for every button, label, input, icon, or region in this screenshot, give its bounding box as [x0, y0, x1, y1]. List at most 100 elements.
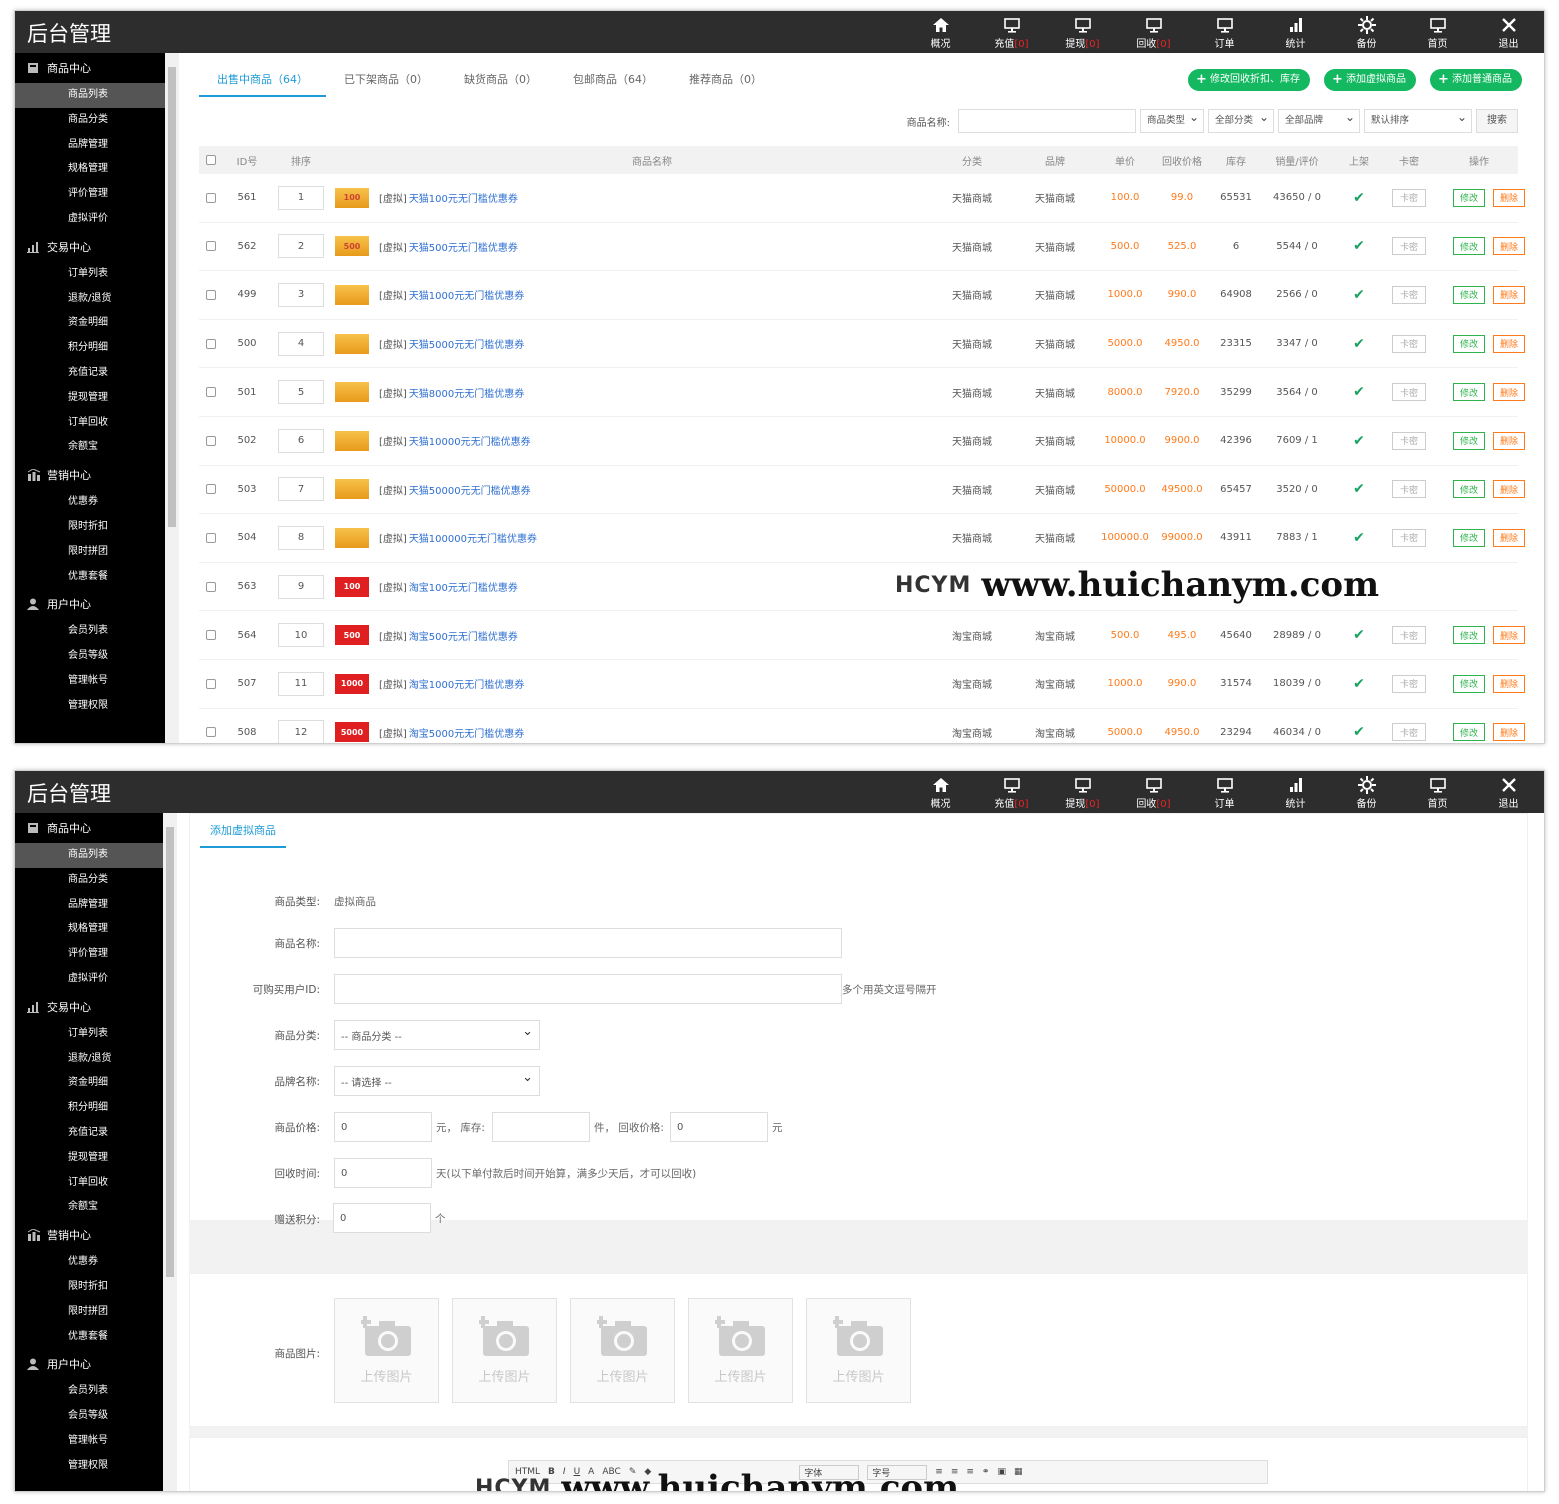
sort-input[interactable]: 12 — [278, 720, 324, 743]
sidebar-item[interactable]: 余额宝 — [15, 1195, 163, 1220]
sidebar-item[interactable]: 订单列表 — [15, 1022, 163, 1047]
nav-item-3[interactable]: 回收[0] — [1118, 11, 1189, 53]
nav-item-8[interactable]: 退出 — [1473, 11, 1544, 53]
sidebar-group-2[interactable]: 营销中心 — [15, 1220, 163, 1250]
edit-button[interactable]: 修改 — [1453, 431, 1485, 450]
row-checkbox[interactable] — [205, 174, 217, 222]
delete-button[interactable]: 删除 — [1493, 480, 1525, 499]
align-right-icon[interactable]: ≡ — [966, 1467, 974, 1477]
nav-item-4[interactable]: 订单 — [1189, 11, 1260, 53]
recycle-price-input[interactable]: 0 — [670, 1112, 768, 1142]
sidebar-group-0[interactable]: 商品中心 — [15, 53, 165, 83]
delete-button[interactable]: 删除 — [1493, 285, 1525, 304]
sort-input[interactable]: 5 — [278, 380, 324, 405]
add-virtual-product-button[interactable]: 添加虚拟商品 — [1324, 69, 1416, 91]
sidebar-scrollbar[interactable] — [165, 53, 179, 743]
product-name-input[interactable] — [334, 928, 842, 958]
nav-item-1[interactable]: 充值[0] — [976, 11, 1047, 53]
add-normal-product-button[interactable]: 添加普通商品 — [1430, 69, 1522, 91]
tab-1[interactable]: 已下架商品（0） — [326, 69, 446, 97]
row-checkbox[interactable] — [205, 709, 217, 743]
search-button[interactable]: 搜索 — [1476, 109, 1518, 133]
sort-input[interactable]: 11 — [278, 671, 324, 696]
nav-item-1[interactable]: 充值[0] — [976, 771, 1047, 813]
sidebar-group-3[interactable]: 用户中心 — [15, 1349, 163, 1379]
product-name-link[interactable]: [虚拟] 天猫1000元无门槛优惠券 — [379, 271, 524, 319]
sidebar-item[interactable]: 评价管理 — [15, 942, 163, 967]
product-name-link[interactable]: [虚拟] 天猫5000元无门槛优惠券 — [379, 320, 524, 368]
sidebar-group-1[interactable]: 交易中心 — [15, 232, 165, 262]
sidebar-item[interactable]: 订单回收 — [15, 411, 165, 436]
delete-button[interactable]: 删除 — [1493, 383, 1525, 402]
nav-item-0[interactable]: 概况 — [905, 771, 976, 813]
sidebar-item[interactable]: 余额宝 — [15, 435, 165, 460]
sidebar-item[interactable]: 商品列表 — [15, 843, 163, 868]
sort-input[interactable]: 3 — [278, 282, 324, 307]
nav-item-5[interactable]: 统计 — [1260, 771, 1331, 813]
category-select[interactable]: -- 商品分类 -- — [334, 1020, 540, 1050]
edit-button[interactable]: 修改 — [1453, 626, 1485, 645]
nav-item-4[interactable]: 订单 — [1189, 771, 1260, 813]
sidebar-group-3[interactable]: 用户中心 — [15, 589, 165, 619]
product-type-select[interactable]: 商品类型 — [1140, 106, 1204, 133]
product-name-link[interactable]: [虚拟] 淘宝1000元无门槛优惠券 — [379, 660, 524, 708]
sidebar-item[interactable]: 充值记录 — [15, 361, 165, 386]
product-name-link[interactable]: [虚拟] 淘宝100元无门槛优惠券 — [379, 563, 518, 611]
sidebar-item[interactable]: 会员列表 — [15, 1379, 163, 1404]
price-input[interactable]: 0 — [334, 1112, 432, 1142]
sidebar-item[interactable]: 订单列表 — [15, 262, 165, 287]
product-name-link[interactable]: [虚拟] 天猫8000元无门槛优惠券 — [379, 368, 524, 416]
product-name-link[interactable]: [虚拟] 天猫500元无门槛优惠券 — [379, 223, 518, 271]
edit-recycle-discount-button[interactable]: 修改回收折扣、库存 — [1188, 69, 1310, 91]
card-key-button[interactable]: 卡密 — [1392, 383, 1426, 402]
brand-select[interactable]: 全部品牌 — [1278, 106, 1360, 133]
edit-button[interactable]: 修改 — [1453, 480, 1485, 499]
product-name-link[interactable]: [虚拟] 淘宝500元无门槛优惠券 — [379, 611, 518, 659]
scrollbar-thumb[interactable] — [166, 827, 174, 1277]
link-icon[interactable]: ⚭ — [982, 1467, 990, 1477]
row-checkbox[interactable] — [205, 660, 217, 708]
sidebar-item[interactable]: 限时拼团 — [15, 540, 165, 565]
sidebar-item[interactable]: 退款/退货 — [15, 287, 165, 312]
sort-input[interactable]: 1 — [278, 185, 324, 210]
card-key-button[interactable]: 卡密 — [1392, 237, 1426, 256]
row-checkbox[interactable] — [205, 563, 217, 611]
nav-item-2[interactable]: 提现[0] — [1047, 11, 1118, 53]
product-name-link[interactable]: [虚拟] 天猫100000元无门槛优惠券 — [379, 514, 537, 562]
sidebar-item[interactable]: 积分明细 — [15, 1096, 163, 1121]
card-key-button[interactable]: 卡密 — [1392, 528, 1426, 547]
sidebar-group-1[interactable]: 交易中心 — [15, 992, 163, 1022]
upload-image-button[interactable]: 上传图片 — [570, 1298, 675, 1403]
delete-button[interactable]: 删除 — [1493, 723, 1525, 742]
product-name-link[interactable]: [虚拟] 天猫10000元无门槛优惠券 — [379, 417, 531, 465]
row-checkbox[interactable] — [205, 466, 217, 514]
sidebar-item[interactable]: 优惠券 — [15, 1250, 163, 1275]
brand-select[interactable]: -- 请选择 -- — [334, 1066, 540, 1096]
card-key-button[interactable]: 卡密 — [1392, 723, 1426, 742]
row-checkbox[interactable] — [205, 417, 217, 465]
tab-0[interactable]: 出售中商品（64） — [199, 69, 326, 97]
nav-item-2[interactable]: 提现[0] — [1047, 771, 1118, 813]
sort-input[interactable]: 10 — [278, 623, 324, 648]
product-name-link[interactable]: [虚拟] 天猫100元无门槛优惠券 — [379, 174, 518, 222]
edit-button[interactable]: 修改 — [1453, 285, 1485, 304]
edit-button[interactable]: 修改 — [1453, 188, 1485, 207]
sidebar-item[interactable]: 规格管理 — [15, 917, 163, 942]
sidebar-item[interactable]: 限时折扣 — [15, 1275, 163, 1300]
edit-button[interactable]: 修改 — [1453, 334, 1485, 353]
buyer-id-input[interactable] — [334, 974, 842, 1004]
table-icon[interactable]: ▦ — [1014, 1467, 1023, 1477]
edit-button[interactable]: 修改 — [1453, 383, 1485, 402]
sidebar-item[interactable]: 优惠套餐 — [15, 1325, 163, 1350]
sort-input[interactable]: 8 — [278, 525, 324, 550]
card-key-button[interactable]: 卡密 — [1392, 674, 1426, 693]
sort-input[interactable]: 9 — [278, 574, 324, 599]
card-key-button[interactable]: 卡密 — [1392, 285, 1426, 304]
delete-button[interactable]: 删除 — [1493, 334, 1525, 353]
nav-item-6[interactable]: 备份 — [1331, 11, 1402, 53]
sort-select[interactable]: 默认排序 — [1364, 106, 1472, 133]
sidebar-item[interactable]: 积分明细 — [15, 336, 165, 361]
sidebar-group-0[interactable]: 商品中心 — [15, 813, 163, 843]
sidebar-item[interactable]: 会员等级 — [15, 644, 165, 669]
points-input[interactable]: 0 — [333, 1203, 431, 1233]
